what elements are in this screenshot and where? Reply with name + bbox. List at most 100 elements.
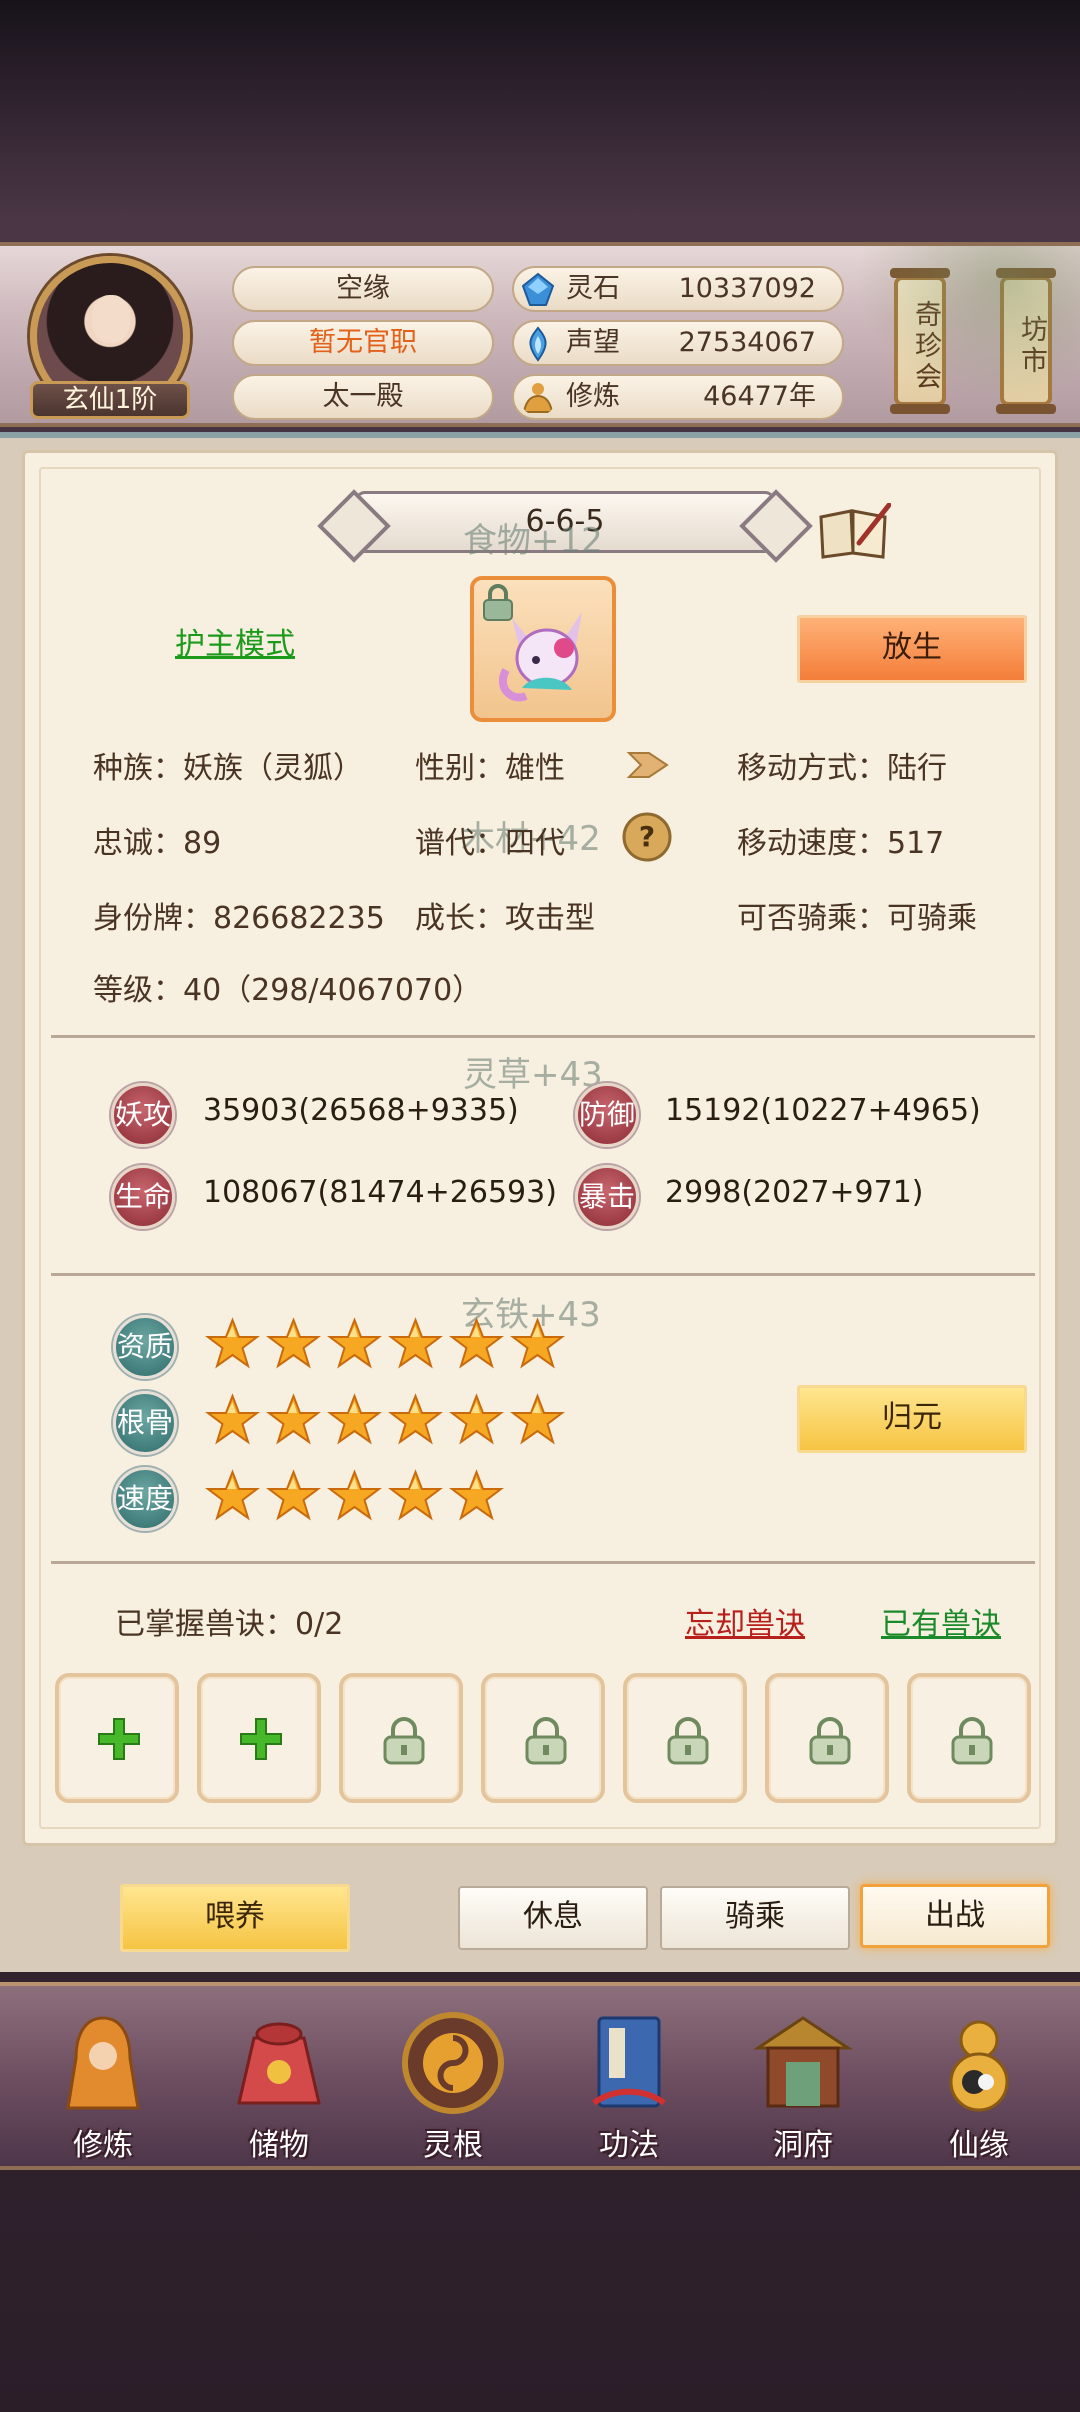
nav-label: 功法 (599, 2128, 659, 2163)
return-origin-button[interactable]: 归元 (797, 1385, 1027, 1453)
star-icon (449, 1317, 504, 1372)
gourd-icon (949, 2020, 1009, 2112)
avatar-face (92, 295, 130, 343)
release-button[interactable]: 放生 (797, 615, 1027, 683)
resource-prestige: 声望 27534067 (512, 320, 844, 366)
resource-label: 修炼 (566, 381, 620, 412)
star-icon (205, 1317, 260, 1372)
rest-button[interactable]: 休息 (458, 1886, 648, 1950)
stat-crit-value: 2998(2027+971) (665, 1175, 924, 1210)
star-icon (388, 1469, 443, 1524)
section-divider (51, 1035, 1035, 1038)
star-icon (388, 1317, 443, 1372)
pet-id-tag: 身份牌：826682235 (93, 901, 385, 936)
pet-detail-card: 6-6-5 食物+12 木材+42 灵草+43 玄铁+43 护主模式 放生 种族… (22, 450, 1058, 1846)
pet-portrait[interactable] (470, 576, 616, 722)
market-button[interactable]: 坊市 (996, 268, 1056, 414)
skill-slot-locked[interactable] (623, 1673, 747, 1803)
skill-slot-locked[interactable] (765, 1673, 889, 1803)
resource-label: 声望 (566, 327, 620, 358)
skill-slot-locked[interactable] (907, 1673, 1031, 1803)
star-icon (205, 1469, 260, 1524)
rename-book-icon[interactable] (817, 503, 891, 559)
aptitude-badge-speed: 速度 (113, 1467, 177, 1531)
nav-cultivation[interactable]: 修炼 (28, 2000, 178, 2170)
stat-hp-value: 108067(81474+26593) (203, 1175, 557, 1210)
skill-slot-add[interactable] (197, 1673, 321, 1803)
nav-label: 修炼 (73, 2128, 133, 2163)
section-divider (51, 1273, 1035, 1276)
star-icon (266, 1393, 321, 1448)
pet-generation: 谱代：四代 (415, 826, 565, 861)
lock-icon (525, 1717, 567, 1765)
pet-lock-icon (483, 584, 513, 621)
skill-slot-locked[interactable] (481, 1673, 605, 1803)
nav-immortal-fate[interactable]: 仙缘 (904, 2000, 1054, 2170)
pet-growth: 成长：攻击型 (415, 901, 595, 936)
pet-rideable: 可否骑乘：可骑乘 (737, 901, 977, 936)
resource-value: 27534067 (678, 327, 816, 358)
star-icon (388, 1393, 443, 1448)
lock-icon (383, 1717, 425, 1765)
nav-cave-mansion[interactable]: 洞府 (728, 2000, 878, 2170)
cave-mansion-icon (753, 2016, 853, 2108)
stat-badge-crit: 暴击 (575, 1165, 639, 1229)
help-question-icon[interactable]: ? (621, 811, 673, 863)
ride-button[interactable]: 骑乘 (660, 1886, 850, 1950)
resource-cultivation-time: 修炼 46477年 (512, 374, 844, 420)
star-icon (327, 1317, 382, 1372)
resource-spirit-stone: 灵石 10337092 (512, 266, 844, 312)
nav-storage[interactable]: 储物 (204, 2000, 354, 2170)
plus-icon (240, 1718, 282, 1760)
battle-button[interactable]: 出战 (860, 1884, 1050, 1948)
sect-name[interactable]: 太一殿 (232, 374, 494, 420)
star-icon (327, 1469, 382, 1524)
star-icon (449, 1393, 504, 1448)
aptitude-stars-speed (205, 1469, 504, 1529)
star-icon (266, 1469, 321, 1524)
pet-detail-panel: 6-6-5 食物+12 木材+42 灵草+43 玄铁+43 护主模式 放生 种族… (0, 432, 1080, 1972)
nav-spirit-root[interactable]: 灵根 (378, 2000, 528, 2170)
stat-badge-hp: 生命 (111, 1165, 175, 1229)
stat-attack-value: 35903(26568+9335) (203, 1093, 519, 1128)
pet-gender: 性别：雄性 (415, 751, 565, 786)
resource-label: 灵石 (566, 273, 620, 304)
lock-icon (809, 1717, 851, 1765)
pet-race: 种族：妖族（灵狐） (93, 751, 363, 786)
floating-reward-text: 灵草+43 (463, 1055, 603, 1095)
guard-mode-link[interactable]: 护主模式 (175, 619, 295, 663)
skill-slot-locked[interactable] (339, 1673, 463, 1803)
resource-value: 46477年 (703, 381, 816, 412)
official-rank[interactable]: 暂无官职 (232, 320, 494, 366)
stat-badge-defense: 防御 (575, 1083, 639, 1147)
skill-slot-add[interactable] (55, 1673, 179, 1803)
stat-badge-attack: 妖攻 (111, 1083, 175, 1147)
aptitude-badge-quality: 资质 (113, 1315, 177, 1379)
nav-label: 灵根 (423, 2128, 483, 2163)
feed-button[interactable]: 喂养 (120, 1884, 350, 1952)
nav-technique[interactable]: 功法 (554, 2000, 704, 2170)
player-name[interactable]: 空缘 (232, 266, 494, 312)
storage-bag-icon (237, 2022, 321, 2105)
treasure-auction-button[interactable]: 奇珍会 (890, 268, 950, 414)
spirit-root-icon (402, 2012, 504, 2114)
spirit-stone-icon (521, 272, 555, 306)
star-icon (327, 1393, 382, 1448)
nav-label: 仙缘 (949, 2128, 1009, 2163)
top-header: 玄仙1阶 空缘 暂无官职 太一殿 灵石 10337092 声望 27534067… (0, 242, 1080, 427)
prestige-icon (529, 326, 547, 362)
gender-arrow-icon[interactable] (623, 743, 675, 787)
owned-skills-link[interactable]: 已有兽诀 (881, 1599, 1001, 1643)
aptitude-stars-bone (205, 1393, 565, 1453)
nav-label: 洞府 (773, 2128, 833, 2163)
pet-move-speed: 移动速度：517 (737, 826, 945, 861)
bottom-nav: 修炼 储物 灵根 功法 洞府 仙缘 (0, 1982, 1080, 2170)
plus-icon (98, 1718, 140, 1760)
star-icon (205, 1393, 260, 1448)
star-icon (510, 1393, 565, 1448)
mastered-skills-count: 已掌握兽诀：0/2 (115, 1607, 344, 1642)
forget-skill-link[interactable]: 忘却兽诀 (685, 1599, 805, 1643)
section-divider (51, 1561, 1035, 1564)
aptitude-stars-quality (205, 1317, 565, 1377)
meditation-icon (522, 383, 554, 413)
